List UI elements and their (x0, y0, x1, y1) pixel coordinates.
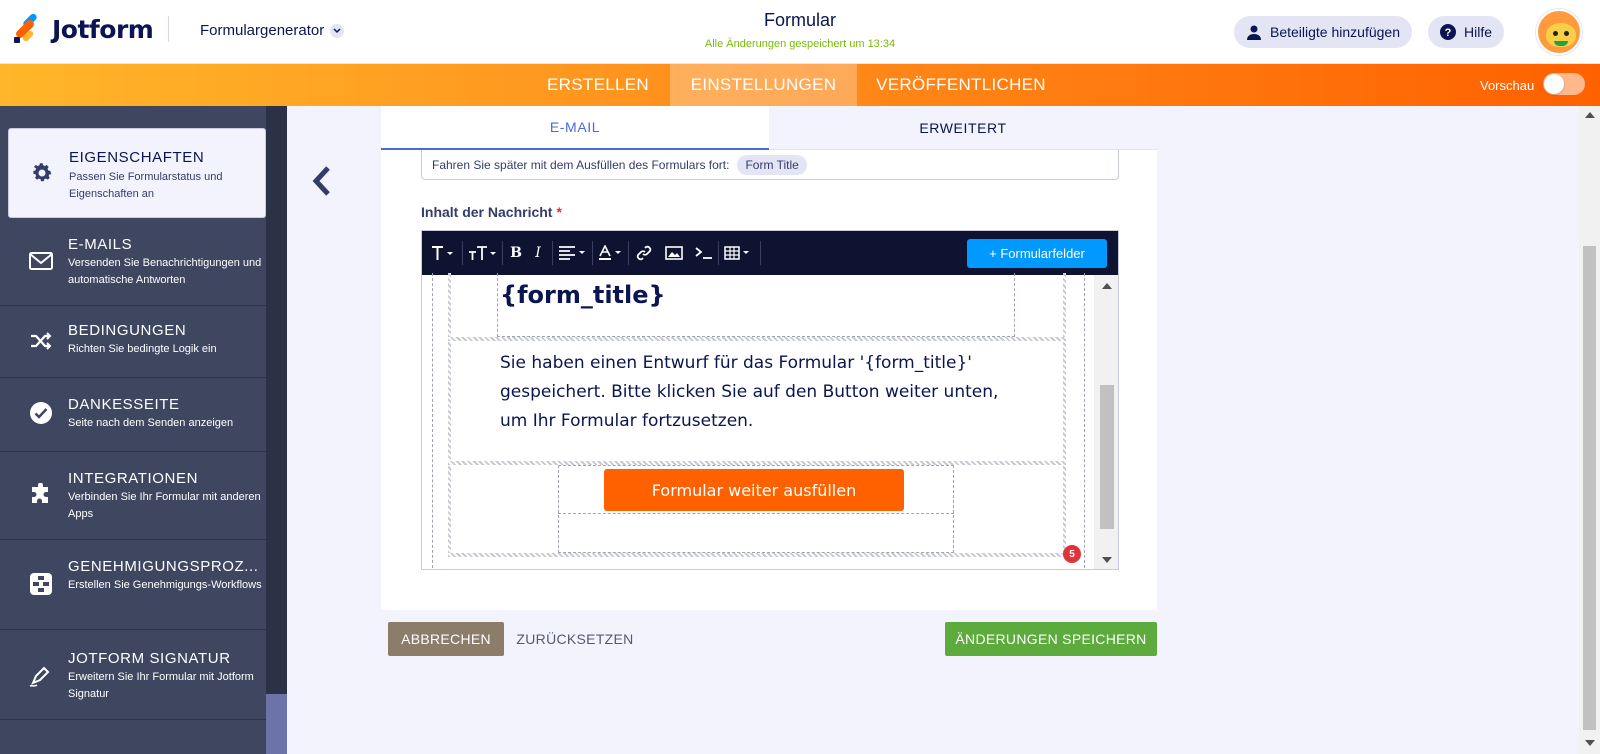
table-icon[interactable] (724, 243, 754, 263)
add-participants-button[interactable]: Beteiligte hinzufügen (1234, 16, 1412, 48)
sidebar-item-title: DANKESSEITE (68, 396, 180, 413)
scroll-down-icon[interactable] (1585, 740, 1595, 746)
form-fields-button[interactable]: + Formularfelder (967, 239, 1107, 268)
image-icon[interactable] (664, 243, 684, 263)
sidebar-item-desc: Verbinden Sie Ihr Formular mit anderen A… (68, 491, 261, 520)
sidebar-item-eigenschaften[interactable]: EIGENSCHAFTEN Passen Sie Formularstatus … (8, 128, 266, 218)
link-icon[interactable] (634, 243, 654, 263)
sidebar-item-title: JOTFORM SIGNATUR (68, 650, 231, 667)
form-title[interactable]: Formular (640, 10, 960, 31)
email-preview-canvas[interactable]: {form_title} Sie haben einen Entwurf für… (422, 273, 1094, 569)
editor-scrollbar[interactable] (1094, 275, 1118, 569)
workflow-icon (28, 571, 54, 597)
envelope-icon (28, 248, 54, 274)
reset-button[interactable]: ZURÜCKSETZEN (504, 622, 646, 656)
sidebar-item-desc: Versenden Sie Benachrichtigungen und aut… (68, 257, 262, 286)
resume-link-field[interactable]: Fahren Sie später mit dem Ausfüllen des … (421, 150, 1119, 180)
scroll-up-icon[interactable] (1102, 283, 1112, 289)
shuffle-icon (28, 328, 54, 354)
save-status: Alle Änderungen gespeichert um 13:34 (704, 38, 896, 50)
sidebar-item-title: E-MAILS (68, 236, 133, 253)
preview-label: Vorschau (1480, 78, 1535, 93)
message-content-label: Inhalt der Nachricht * (421, 204, 562, 220)
sidebar-item-desc: Erweitern Sie Ihr Formular mit Jotform S… (68, 671, 254, 700)
builder-label: Formulargenerator (200, 22, 325, 39)
pen-icon (28, 662, 54, 688)
sidebar-item-integrationen[interactable]: INTEGRATIONEN Verbinden Sie Ihr Formular… (0, 452, 266, 540)
sidebar-scrollbar[interactable] (266, 106, 287, 754)
avatar[interactable] (1536, 9, 1582, 55)
tab-veroeffentlichen[interactable]: VERÖFFENTLICHEN (857, 64, 1065, 106)
panel-tabs: E-MAIL ERWEITERT (381, 106, 1157, 150)
email-body-text: Sie haben einen Entwurf für das Formular… (500, 353, 999, 431)
save-changes-button[interactable]: ÄNDERUNGEN SPEICHERN (945, 622, 1157, 656)
jotform-logo-icon (14, 12, 42, 45)
help-icon: ? (1440, 24, 1456, 40)
jotform-logo[interactable]: Jotform (14, 12, 170, 45)
sidebar-item-bedingungen[interactable]: BEDINGUNGEN Richten Sie bedingte Logik e… (0, 306, 266, 378)
sidebar-item-genehmigungsprozesse[interactable]: GENEHMIGUNGSPROZ... Erstellen Sie Genehm… (0, 540, 266, 630)
page-scrollbar[interactable] (1579, 106, 1600, 754)
code-icon[interactable] (694, 243, 714, 263)
form-title-chip[interactable]: Form Title (737, 154, 807, 175)
email-settings-panel: E-MAIL ERWEITERT Fahren Sie später mit d… (381, 106, 1157, 610)
sidebar-item-title: EIGENSCHAFTEN (69, 149, 205, 166)
help-label: Hilfe (1464, 24, 1493, 40)
align-icon[interactable] (558, 243, 588, 263)
sidebar-item-title: BEDINGUNGEN (68, 322, 187, 339)
font-icon[interactable] (430, 243, 456, 263)
add-participants-label: Beteiligte hinzufügen (1270, 24, 1400, 40)
rich-text-editor[interactable]: B I + Formularfelder {form_title} Sie ha… (421, 230, 1119, 570)
form-title-area: Formular Alle Änderungen gespeichert um … (640, 10, 960, 50)
top-header: Jotform Formulargenerator Formular Alle … (0, 0, 1600, 64)
settings-sidebar: EIGENSCHAFTEN Passen Sie Formularstatus … (0, 106, 287, 754)
notification-badge: 5 (1063, 545, 1081, 563)
help-button[interactable]: ? Hilfe (1428, 16, 1505, 48)
check-circle-icon (28, 400, 54, 426)
brand-name: Jotform (52, 14, 154, 44)
italic-icon[interactable]: I (530, 243, 546, 263)
font-color-icon[interactable] (598, 243, 624, 263)
sidebar-item-title: INTEGRATIONEN (68, 470, 199, 487)
cancel-button[interactable]: ABBRECHEN (388, 622, 504, 656)
back-arrow-icon[interactable] (310, 164, 334, 198)
scroll-up-icon[interactable] (1585, 112, 1595, 118)
editor-toolbar: B I + Formularfelder (422, 231, 1118, 275)
sidebar-item-desc: Richten Sie bedingte Logik ein (68, 343, 217, 355)
preview-toggle[interactable] (1543, 73, 1585, 95)
tab-erstellen[interactable]: ERSTELLEN (532, 64, 664, 106)
font-size-icon[interactable] (468, 243, 498, 263)
sidebar-item-title: GENEHMIGUNGSPROZ... (68, 558, 259, 575)
sidebar-item-desc: Passen Sie Formularstatus und Eigenschaf… (69, 171, 223, 200)
chevron-down-icon (330, 23, 345, 38)
sidebar-item-emails[interactable]: E-MAILS Versenden Sie Benachrichtigungen… (0, 220, 266, 306)
gear-icon (29, 160, 55, 186)
continue-form-button[interactable]: Formular weiter ausfüllen (604, 469, 904, 511)
sidebar-item-signatur[interactable]: JOTFORM SIGNATUR Erweitern Sie Ihr Formu… (0, 630, 266, 720)
sidebar-item-desc: Erstellen Sie Genehmigungs-Workflows (68, 579, 262, 591)
email-title-token: {form_title} (500, 281, 666, 309)
tab-einstellungen[interactable]: EINSTELLUNGEN (670, 64, 857, 106)
required-mark: * (556, 204, 562, 220)
sidebar-item-desc: Seite nach dem Senden anzeigen (68, 417, 234, 429)
sidebar-list: EIGENSCHAFTEN Passen Sie Formularstatus … (0, 106, 266, 754)
sidebar-item-dankesseite[interactable]: DANKESSEITE Seite nach dem Senden anzeig… (0, 378, 266, 452)
divider (168, 16, 170, 42)
svg-text:?: ? (1445, 27, 1452, 39)
user-icon (1246, 24, 1262, 40)
resume-text: Fahren Sie später mit dem Ausfüllen des … (432, 157, 730, 172)
tab-erweitert[interactable]: ERWEITERT (769, 106, 1157, 150)
main-nav: ERSTELLEN EINSTELLUNGEN VERÖFFENTLICHEN … (0, 64, 1600, 106)
tab-email[interactable]: E-MAIL (381, 106, 769, 150)
scroll-down-icon[interactable] (1102, 557, 1112, 563)
builder-dropdown[interactable]: Formulargenerator (200, 22, 345, 39)
puzzle-icon (28, 482, 54, 508)
bold-icon[interactable]: B (508, 243, 524, 263)
